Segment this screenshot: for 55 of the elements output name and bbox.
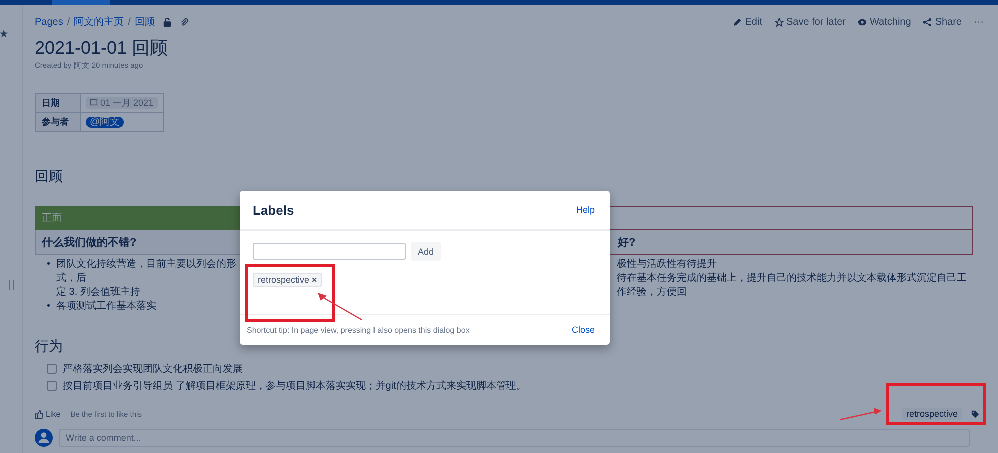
- task-checkbox[interactable]: [47, 381, 57, 391]
- bullet-item: 待在基本任务完成的基础上，提升自己的技术能力并以文本载体形式沉淀自己工作经验，方便回: [617, 272, 968, 300]
- bullet-item: 极性与活跃性有待提升: [617, 258, 717, 272]
- page-action-button[interactable]: Edit: [733, 16, 762, 28]
- page-action-button[interactable]: Save for later: [774, 16, 846, 28]
- bullet-marker: •: [47, 258, 51, 272]
- breadcrumb-separator: /: [67, 16, 70, 28]
- tag-icon[interactable]: [971, 410, 980, 418]
- share-icon: [923, 18, 932, 26]
- page-action-button[interactable]: Watching: [858, 16, 912, 28]
- annotation-arrow: [318, 293, 362, 321]
- task-checkbox[interactable]: [47, 364, 57, 374]
- annotation-arrow: [840, 408, 882, 421]
- label-input-field[interactable]: [253, 243, 406, 260]
- bullet-marker: •: [47, 300, 51, 314]
- label-chip[interactable]: retrospective: [902, 408, 962, 420]
- user-mention[interactable]: @阿文: [86, 117, 124, 128]
- nav-tab-highlight: [52, 0, 110, 5]
- breadcrumb-link[interactable]: 回顾: [134, 15, 155, 29]
- thumbs-up-icon: [35, 410, 44, 418]
- page-action-button[interactable]: Share: [923, 16, 962, 28]
- bullet-item: 各项测试工作基本落实: [56, 300, 157, 314]
- help-link[interactable]: Help: [576, 205, 595, 215]
- date-lozenge[interactable]: 01 一月 2021: [86, 96, 158, 108]
- column-question: 什么我们做的不错?: [42, 236, 137, 250]
- breadcrumb-separator: /: [128, 16, 131, 28]
- section-heading: 回顾: [35, 168, 64, 186]
- table-header-cell: 参与者: [36, 112, 80, 132]
- star-icon: [774, 18, 784, 26]
- calendar-icon: [90, 98, 98, 106]
- resize-handle[interactable]: [9, 280, 14, 290]
- shortcut-tip: Shortcut tip: In page view, pressing l also opens this dialog box: [247, 326, 470, 334]
- avatar-icon: [35, 429, 53, 447]
- page-action-button[interactable]: ···: [974, 16, 984, 28]
- bullet-item: 团队文化持续营造，目前主要以列会的形式，后 定 3. 列会值班主持: [56, 258, 237, 300]
- label-chip[interactable]: retrospective ×: [253, 273, 322, 287]
- column-question: 好?: [618, 236, 636, 250]
- like-button[interactable]: Like: [35, 410, 61, 418]
- breadcrumb-link[interactable]: Pages: [35, 16, 64, 28]
- column-tag: 正面: [42, 211, 62, 225]
- eye-icon: [858, 18, 867, 26]
- page-title: 2021-01-01 回顾: [35, 37, 170, 59]
- section-heading: 行为: [35, 338, 64, 356]
- breadcrumb-link[interactable]: 阿文的主页: [74, 15, 124, 29]
- dialog-title: Labels: [253, 202, 294, 218]
- add-button[interactable]: Add: [411, 242, 442, 261]
- lock-icon[interactable]: [162, 18, 172, 26]
- star-icon[interactable]: [0, 30, 8, 38]
- task-text: 严格落实列会实现团队文化积极正向发展: [63, 362, 243, 376]
- close-link[interactable]: Close: [572, 325, 595, 335]
- pencil-icon: [733, 18, 742, 26]
- paperclip-icon[interactable]: [180, 18, 189, 26]
- table-header-cell: 日期: [36, 94, 80, 112]
- comment-field[interactable]: Write a comment...: [59, 429, 970, 447]
- task-text: 按目前项目业务引导组员 了解项目框架原理，参与项目脚本落实实现；并git的技术方式来实现脚本管理。: [63, 380, 526, 393]
